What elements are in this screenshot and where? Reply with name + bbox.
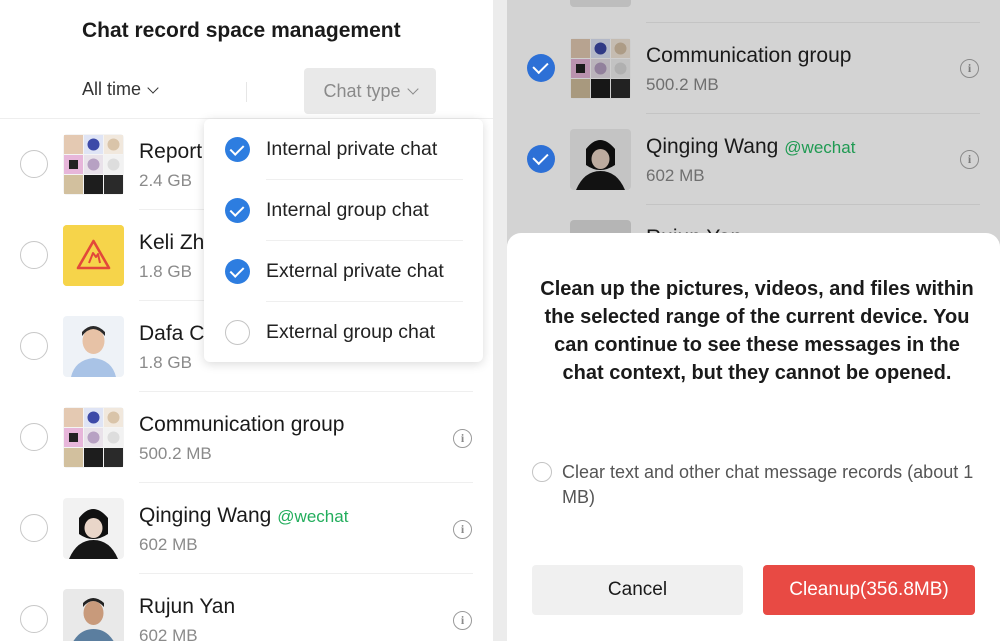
user-avatar-image (570, 129, 631, 190)
list-item[interactable]: Qinging Wang @wechat 602 MB i (507, 114, 1000, 205)
select-radio[interactable] (20, 241, 48, 269)
dropdown-item-label: External private chat (266, 260, 444, 282)
chat-size: 1.8 GB (139, 262, 192, 281)
checked-icon[interactable] (225, 259, 250, 284)
chat-name: Communication group (646, 44, 852, 67)
user-avatar (570, 0, 631, 7)
group-avatar-image (570, 38, 631, 99)
chat-size: 500.2 MB (139, 444, 212, 463)
user-avatar (570, 129, 631, 190)
cleanup-confirm-sheet: Clean up the pictures, videos, and files… (507, 233, 1000, 641)
checked-icon[interactable] (225, 198, 250, 223)
chat-name: Qinging Wang (646, 135, 779, 158)
cleanup-message: Clean up the pictures, videos, and files… (540, 278, 974, 384)
dropdown-item-external-group[interactable]: External group chat (204, 302, 483, 363)
dropdown-item-internal-group[interactable]: Internal group chat (204, 180, 483, 241)
warning-avatar (63, 225, 124, 286)
filter-divider (246, 82, 247, 102)
checked-icon[interactable] (527, 145, 555, 173)
list-item[interactable]: Communication group 500.2 MB i (0, 392, 493, 483)
option-label: Clear text and other chat message record… (562, 462, 974, 507)
chat-name: Communication group (139, 413, 345, 436)
dropdown-item-label: External group chat (266, 321, 436, 343)
user-avatar-image (63, 498, 124, 559)
time-filter[interactable]: All time (82, 79, 159, 100)
checked-icon[interactable] (225, 137, 250, 162)
chat-size: 602 MB (139, 535, 198, 554)
chat-name-row: Qinging Wang @wechat (139, 504, 348, 528)
user-avatar-image (63, 316, 124, 377)
select-radio[interactable] (20, 605, 48, 633)
select-radio[interactable] (20, 332, 48, 360)
info-icon[interactable]: i (453, 520, 472, 539)
info-icon[interactable]: i (960, 59, 979, 78)
time-filter-label: All time (82, 79, 142, 99)
group-avatar (63, 407, 124, 468)
cancel-button[interactable]: Cancel (532, 565, 743, 615)
page-title: Chat record space management (82, 19, 401, 42)
info-icon[interactable]: i (960, 150, 979, 169)
dropdown-item-label: Internal group chat (266, 199, 429, 221)
option-radio[interactable] (532, 462, 552, 482)
chat-type-dropdown: Internal private chat Internal group cha… (204, 119, 483, 362)
dropdown-item-external-private[interactable]: External private chat (204, 241, 483, 302)
info-icon[interactable]: i (453, 429, 472, 448)
chat-size: 500.2 MB (646, 75, 719, 94)
group-avatar (570, 38, 631, 99)
left-panel: Chat record space management All time Ch… (0, 0, 493, 641)
app-root: Chat record space management All time Ch… (0, 0, 1000, 641)
list-item[interactable]: Communication group 500.2 MB i (507, 23, 1000, 114)
user-avatar-image (63, 589, 124, 641)
chat-name: Keli Zh (139, 231, 205, 254)
chat-type-filter-label: Chat type (323, 80, 401, 101)
cleanup-button[interactable]: Cleanup(356.8MB) (763, 565, 975, 615)
checked-icon[interactable] (527, 54, 555, 82)
group-avatar (63, 134, 124, 195)
chat-name: Report (139, 140, 203, 163)
wechat-tag: @wechat (784, 138, 856, 157)
chat-name-row: Qinging Wang @wechat (646, 135, 855, 159)
user-avatar (63, 498, 124, 559)
user-avatar (63, 316, 124, 377)
chat-name: Qinging Wang (139, 504, 272, 527)
chat-size: 2.4 GB (139, 171, 192, 190)
chat-name: Dafa C (139, 322, 205, 345)
panel-divider (493, 0, 507, 641)
chat-size: 1.8 GB (139, 353, 192, 372)
chat-type-filter[interactable]: Chat type (304, 68, 436, 114)
select-radio[interactable] (20, 423, 48, 451)
right-panel: Communication group 500.2 MB i Qinging W… (507, 0, 1000, 641)
chat-name: Rujun Yan (139, 595, 236, 618)
warning-icon (63, 225, 124, 286)
wechat-tag: @wechat (277, 507, 349, 526)
dropdown-item-label: Internal private chat (266, 138, 438, 160)
info-icon[interactable]: i (453, 611, 472, 630)
dropdown-item-internal-private[interactable]: Internal private chat (204, 119, 483, 180)
chat-size: 602 MB (139, 626, 198, 641)
chevron-down-icon (147, 81, 159, 94)
group-avatar-image (63, 134, 124, 195)
select-radio[interactable] (20, 150, 48, 178)
chat-size: 602 MB (646, 166, 705, 185)
chevron-down-icon (406, 83, 419, 95)
group-avatar-image (63, 407, 124, 468)
list-item[interactable]: Qinging Wang @wechat 602 MB i (0, 483, 493, 574)
user-avatar (63, 589, 124, 641)
unchecked-icon[interactable] (225, 320, 250, 345)
list-item[interactable]: Rujun Yan 602 MB i (0, 574, 493, 641)
select-radio[interactable] (20, 514, 48, 542)
